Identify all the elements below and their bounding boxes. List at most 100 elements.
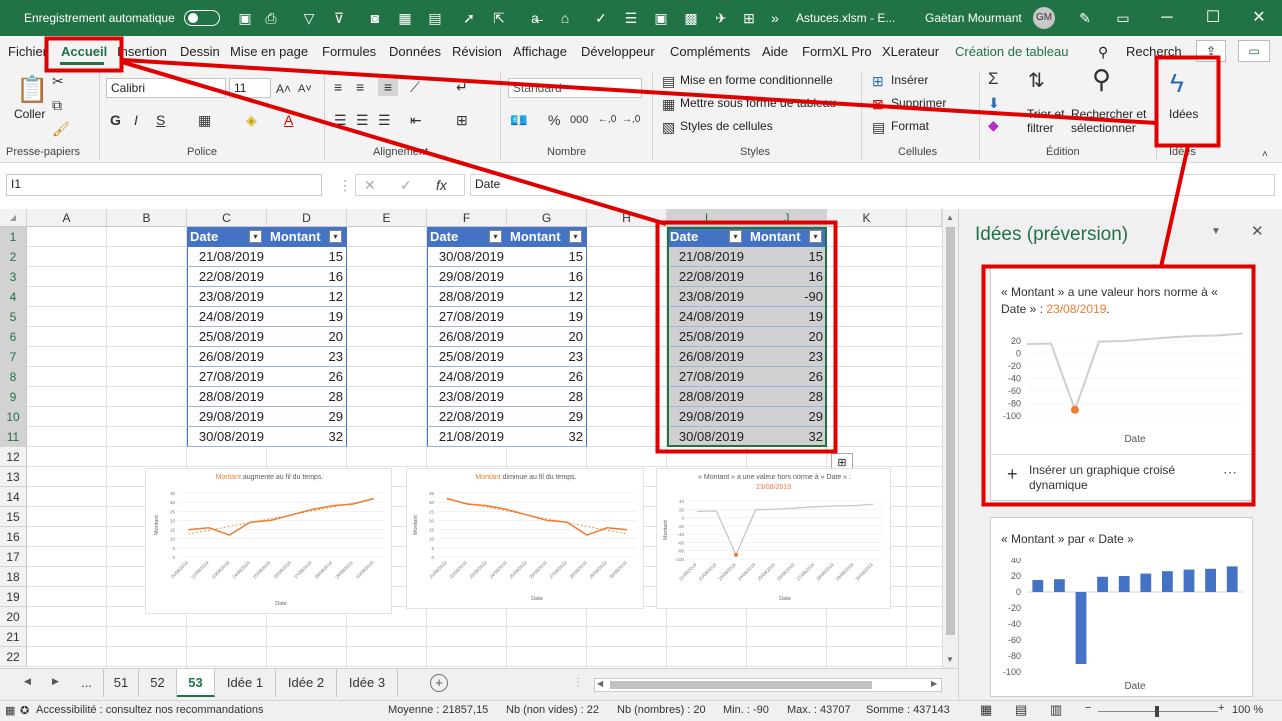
pen-icon[interactable]: ✎ bbox=[1076, 9, 1094, 27]
table-cell-date[interactable]: 23/08/2019 bbox=[427, 387, 507, 407]
align-right-icon[interactable]: ☰ bbox=[378, 111, 391, 129]
row-header[interactable]: 11 bbox=[0, 427, 27, 447]
ribbon-display-icon[interactable]: ▭ bbox=[1114, 9, 1132, 27]
orientation-icon[interactable]: ⟋ bbox=[410, 78, 420, 96]
delete-cells-button[interactable]: Supprimer bbox=[891, 96, 946, 110]
tab-aide[interactable]: Aide bbox=[762, 44, 788, 59]
decrease-font-icon[interactable]: A˅ bbox=[298, 80, 312, 98]
align-top-icon[interactable]: ≡ bbox=[334, 78, 342, 96]
sheet-tab[interactable]: 52 bbox=[139, 669, 177, 697]
currency-icon[interactable]: 💶 bbox=[510, 111, 527, 129]
checker-icon[interactable]: ▩ bbox=[682, 9, 700, 27]
fill-color-icon[interactable]: ◈ bbox=[246, 111, 257, 129]
camera-icon[interactable]: ◙ bbox=[366, 9, 384, 27]
autosum-icon[interactable]: Σ bbox=[988, 70, 999, 88]
status-sum[interactable]: Somme : 437143 bbox=[866, 704, 950, 716]
format-as-table-button[interactable]: Mettre sous forme de tableau bbox=[680, 96, 836, 110]
insert-cells-button[interactable]: Insérer bbox=[891, 73, 928, 87]
table-cell-amount[interactable]: 20 bbox=[747, 327, 827, 347]
table-cell-date[interactable]: 30/08/2019 bbox=[187, 427, 267, 447]
table-cell-amount[interactable]: 23 bbox=[267, 347, 347, 367]
tab-complements[interactable]: Compléments bbox=[670, 44, 750, 59]
row-header[interactable]: 16 bbox=[0, 527, 27, 547]
table-cell-amount[interactable]: 26 bbox=[747, 367, 827, 387]
row-header[interactable]: 5 bbox=[0, 307, 27, 327]
row-header[interactable]: 19 bbox=[0, 587, 27, 607]
chart-outlier[interactable]: « Montant » a une valeur hors norme à « … bbox=[656, 468, 891, 609]
col-header[interactable]: B bbox=[107, 209, 187, 227]
col-header[interactable]: G bbox=[507, 209, 587, 227]
tab-revision[interactable]: Révision bbox=[452, 44, 502, 59]
tab-creation-de-tableau[interactable]: Création de tableau bbox=[955, 44, 1068, 59]
select-all-corner[interactable]: ◢ bbox=[0, 209, 27, 227]
horizontal-scrollbar[interactable]: ◀ ▶ bbox=[594, 678, 942, 692]
table-cell-amount[interactable]: 20 bbox=[267, 327, 347, 347]
tab-scroll-left-icon[interactable]: ◀ bbox=[24, 676, 31, 687]
table-cell-date[interactable]: 30/08/2019 bbox=[427, 247, 507, 267]
row-header[interactable]: 2 bbox=[0, 247, 27, 267]
table-cell-date[interactable]: 22/08/2019 bbox=[187, 267, 267, 287]
percent-icon[interactable]: % bbox=[548, 111, 560, 129]
table-cell-date[interactable]: 29/08/2019 bbox=[427, 267, 507, 287]
sheet-tab[interactable]: Idée 3 bbox=[337, 669, 398, 697]
page-layout-icon[interactable]: ▤ bbox=[1015, 702, 1027, 718]
filter-dropdown-icon[interactable]: ▾ bbox=[249, 230, 262, 243]
zoom-level[interactable]: 100 % bbox=[1232, 704, 1263, 716]
table-cell-date[interactable]: 21/08/2019 bbox=[187, 247, 267, 267]
worksheet[interactable]: ◢ A B C D E F G H I J K 1 2 3 4 5 6 7 8 9 10 11 12 1… bbox=[0, 209, 958, 668]
table-cell-amount[interactable]: 26 bbox=[267, 367, 347, 387]
align-left-icon[interactable]: ☰ bbox=[334, 111, 347, 129]
font-color-icon[interactable]: A bbox=[284, 111, 293, 129]
grid-icon[interactable]: ▦ bbox=[396, 9, 414, 27]
row-header[interactable]: 21 bbox=[0, 627, 27, 647]
insert-cells-icon[interactable]: ⊞ bbox=[872, 72, 884, 90]
find-select-button[interactable]: Rechercher et sélectionner bbox=[1071, 107, 1147, 137]
underline-icon[interactable]: S bbox=[156, 111, 165, 129]
sort-filter-icon[interactable]: ⇅ bbox=[1028, 71, 1045, 91]
collapse-ribbon-icon[interactable]: ˄ bbox=[1262, 146, 1268, 164]
col-header[interactable]: A bbox=[27, 209, 107, 227]
idea-card-outlier[interactable]: « Montant » a une valeur hors norme à « … bbox=[990, 267, 1254, 501]
table-cell-date[interactable]: 25/08/2019 bbox=[667, 327, 747, 347]
conditional-format-button[interactable]: Mise en forme conditionnelle bbox=[680, 73, 833, 87]
chart-decreasing[interactable]: Montant diminue au fil du temps. 0 5 10 15 2… bbox=[406, 468, 644, 609]
format-as-table-icon[interactable]: ▦ bbox=[662, 95, 675, 113]
cell-styles-icon[interactable]: ▧ bbox=[662, 118, 675, 136]
comments-icon[interactable]: ▭ bbox=[1238, 40, 1270, 62]
search-label[interactable]: Recherch bbox=[1126, 44, 1182, 59]
sheet-tab[interactable]: Idée 2 bbox=[276, 669, 337, 697]
delete-cells-icon[interactable]: ⊠ bbox=[872, 95, 884, 113]
table-cell-amount[interactable]: 12 bbox=[267, 287, 347, 307]
splitter-icon[interactable]: ⋮ bbox=[573, 677, 583, 688]
borders-icon[interactable]: ▦ bbox=[198, 111, 211, 129]
format-painter-icon[interactable]: 🖌 bbox=[52, 120, 70, 138]
tab-xlerateur[interactable]: XLerateur bbox=[882, 44, 939, 59]
table-cell-date[interactable]: 26/08/2019 bbox=[427, 327, 507, 347]
tab-scroll-right-icon[interactable]: ▶ bbox=[52, 676, 59, 687]
table-cell-date[interactable]: 24/08/2019 bbox=[427, 367, 507, 387]
table-cell-amount[interactable]: -90 bbox=[747, 287, 827, 307]
table-cell-date[interactable]: 21/08/2019 bbox=[427, 427, 507, 447]
row-header[interactable]: 13 bbox=[0, 467, 27, 487]
row-header[interactable]: 6 bbox=[0, 327, 27, 347]
plus-icon[interactable]: + bbox=[1007, 464, 1018, 485]
sort-filter-button[interactable]: Trier et filtrer bbox=[1027, 107, 1069, 137]
insert-pivot-chart-button[interactable]: Insérer un graphique croisé dynamique bbox=[1029, 463, 1209, 493]
table-cell-date[interactable]: 28/08/2019 bbox=[187, 387, 267, 407]
table-cell-date[interactable]: 28/08/2019 bbox=[427, 287, 507, 307]
align-bottom-icon[interactable]: ≡ bbox=[378, 78, 398, 96]
maximize-button[interactable]: ☐ bbox=[1190, 0, 1236, 36]
fill-icon[interactable]: ⬇ bbox=[988, 94, 1000, 112]
table-cell-amount[interactable]: 23 bbox=[507, 347, 587, 367]
bold-icon[interactable]: G bbox=[110, 111, 121, 129]
sheet-tab-more[interactable]: ... bbox=[70, 669, 104, 697]
font-size-box[interactable]: 11 bbox=[229, 78, 271, 98]
checkmark-icon[interactable]: ✓ bbox=[592, 9, 610, 27]
zoom-out-icon[interactable]: − bbox=[1085, 702, 1091, 714]
find-select-icon[interactable]: ⚲ bbox=[1092, 66, 1111, 92]
accessibility-icon[interactable]: ✪ bbox=[20, 704, 29, 717]
paste-icon[interactable]: 📋 bbox=[16, 72, 48, 106]
tab-mise-en-page[interactable]: Mise en page bbox=[230, 44, 308, 59]
table-cell-date[interactable]: 23/08/2019 bbox=[667, 287, 747, 307]
clear-filter-icon[interactable]: ⊽ bbox=[330, 9, 348, 27]
